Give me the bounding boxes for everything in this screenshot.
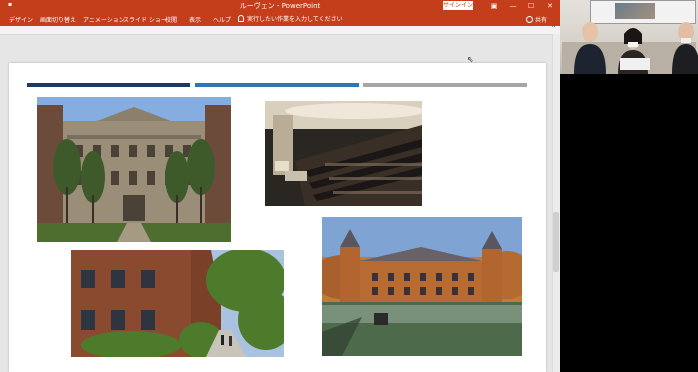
collapse-ribbon-icon[interactable]: ^: [551, 25, 556, 32]
tab-view[interactable]: 表示: [189, 15, 201, 24]
person-icon: [526, 16, 533, 23]
ribbon-tabs: デザイン 画面切り替え アニメーション スライド ショー 校閲 表示 ヘルプ 実…: [0, 12, 560, 26]
share-label: 共有: [535, 17, 548, 24]
photo-university-library[interactable]: [37, 97, 231, 242]
participants-video: [562, 22, 698, 74]
accent-bar-gray: [363, 83, 527, 87]
collapsed-ribbon-area: ^: [0, 25, 560, 35]
ribbon-display-options-icon[interactable]: ▣: [486, 0, 502, 12]
tab-design[interactable]: デザイン: [9, 15, 33, 24]
document-title: ルーヴェン - PowerPoint: [239, 2, 321, 10]
photo-arenberg-castle[interactable]: [322, 217, 522, 356]
tab-animations[interactable]: アニメーション: [83, 15, 125, 24]
scrollbar-thumb[interactable]: [553, 212, 559, 272]
castle-image: [322, 217, 522, 356]
signin-button[interactable]: サインイン: [443, 1, 473, 10]
tab-review[interactable]: 校閲: [165, 15, 177, 24]
lightbulb-icon: [238, 15, 244, 22]
lecture-hall-image: [265, 101, 422, 206]
minimize-icon[interactable]: —: [505, 0, 521, 12]
close-icon[interactable]: ✕: [542, 0, 558, 12]
tab-transitions[interactable]: 画面切り替え: [40, 15, 76, 24]
powerpoint-window: ▪ ルーヴェン - PowerPoint サインイン ▣ — ☐ ✕ デザイン …: [0, 0, 560, 372]
courtyard-image: [71, 250, 284, 357]
video-call-panel: [560, 0, 698, 74]
photo-lecture-hall[interactable]: [265, 101, 422, 206]
tab-help[interactable]: ヘルプ: [213, 15, 231, 24]
tell-me-search[interactable]: 実行したい作業を入力してください: [238, 14, 343, 23]
tell-me-placeholder: 実行したい作業を入力してください: [247, 16, 343, 23]
title-bar: ▪ ルーヴェン - PowerPoint サインイン ▣ — ☐ ✕: [0, 0, 560, 12]
accent-bar-navy: [27, 83, 190, 87]
mouse-cursor-icon: ⇖: [467, 55, 474, 64]
maximize-icon[interactable]: ☐: [523, 0, 539, 12]
slide-canvas[interactable]: [9, 63, 546, 372]
video-panel-empty-area: [560, 74, 698, 372]
library-image: [37, 97, 231, 242]
vertical-scrollbar[interactable]: [552, 34, 560, 372]
share-button[interactable]: 共有: [526, 15, 547, 24]
photo-brick-courtyard[interactable]: [71, 250, 284, 357]
accent-bar-blue: [195, 83, 359, 87]
tab-slideshow[interactable]: スライド ショー: [123, 15, 167, 24]
